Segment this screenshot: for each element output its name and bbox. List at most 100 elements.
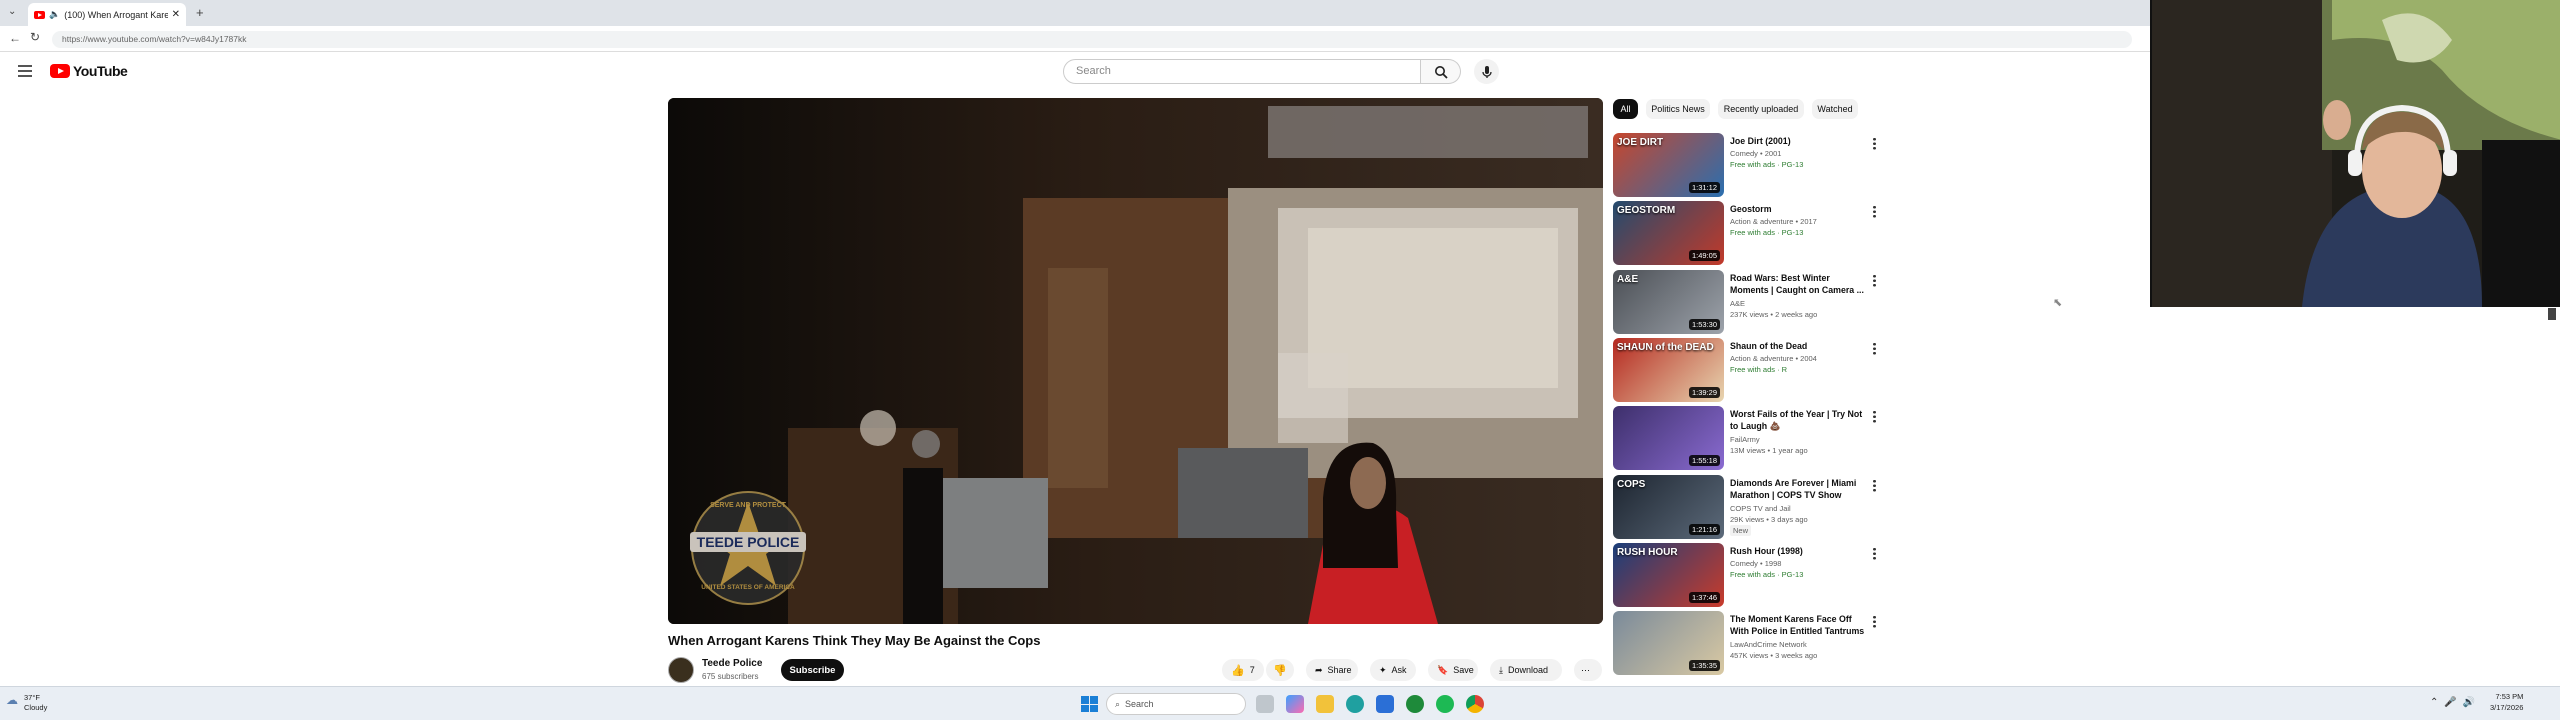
browser-tab-active[interactable]: 🔈 (100) When Arrogant Karens ✕	[28, 3, 186, 26]
recommendation-views: 13M views • 1 year ago	[1730, 446, 1808, 456]
recommendation-item[interactable]: 1:35:35 The Moment Karens Face Off With …	[1613, 611, 1878, 677]
page-scrollbar-thumb[interactable]	[2548, 308, 2556, 320]
recommendation-item[interactable]: COPS 1:21:16 Diamonds Are Forever | Miam…	[1613, 474, 1878, 541]
chrome-icon[interactable]	[1466, 695, 1484, 713]
free-with-ads-badge: Free with ads · PG-13	[1730, 569, 1804, 579]
voice-search-button[interactable]	[1474, 59, 1499, 84]
thumbs-down-icon: 👎	[1273, 664, 1287, 677]
like-button[interactable]: 👍 7	[1222, 659, 1264, 681]
chip-all[interactable]: All	[1613, 99, 1638, 119]
more-vertical-icon[interactable]	[1873, 205, 1876, 219]
free-with-ads-badge: Free with ads · R	[1730, 364, 1788, 374]
thumbnail-text: SHAUN of the DEAD	[1617, 341, 1714, 353]
windows-taskbar: ☁ 37°F Cloudy ⌕ Search ⌃🎤🔊 7:53 PM 3/17/…	[0, 686, 2560, 720]
search-input[interactable]: Search	[1063, 59, 1421, 84]
reload-icon[interactable]: ↻	[30, 30, 40, 44]
recommendation-item[interactable]: GEOSTORM 1:49:05 Geostorm Action & advent…	[1613, 201, 1878, 267]
ask-button[interactable]: ✦ Ask	[1370, 659, 1416, 681]
recommendation-title[interactable]: Worst Fails of the Year | Try Not to Lau…	[1730, 408, 1867, 432]
more-vertical-icon[interactable]	[1873, 341, 1876, 355]
recommendation-title[interactable]: Rush Hour (1998)	[1730, 545, 1867, 557]
channel-watermark-seal: TEEDE POLICE SERVE AND PROTECT UNITED ST…	[688, 488, 808, 608]
video-thumbnail[interactable]: 1:55:18	[1613, 406, 1724, 471]
recommendation-title[interactable]: The Moment Karens Face Off With Police i…	[1730, 613, 1867, 637]
spotify-icon[interactable]	[1436, 695, 1454, 713]
recommendation-meta: LawAndCrime Network	[1730, 640, 1807, 650]
video-thumbnail[interactable]: COPS 1:21:16	[1613, 474, 1724, 539]
more-actions-button[interactable]: ⋯	[1574, 659, 1602, 681]
video-duration: 1:31:12	[1688, 182, 1720, 193]
youtube-logo[interactable]: YouTube	[50, 63, 128, 79]
free-with-ads-badge: Free with ads · PG-13	[1730, 228, 1804, 238]
recommendation-item[interactable]: JOE DIRT 1:31:12 Joe Dirt (2001) Comedy •…	[1613, 133, 1878, 199]
recommendation-meta: A&E	[1730, 298, 1746, 308]
more-vertical-icon[interactable]	[1873, 478, 1876, 492]
more-vertical-icon[interactable]	[1873, 615, 1876, 629]
clock-time: 7:53 PM	[2495, 692, 2524, 701]
task-view-icon[interactable]	[1256, 695, 1274, 713]
new-tab-icon[interactable]: +	[196, 5, 204, 20]
hamburger-menu-icon[interactable]	[18, 65, 32, 77]
back-arrow-icon[interactable]: ←	[9, 31, 21, 45]
xbox-icon[interactable]	[1406, 695, 1424, 713]
recommendation-title[interactable]: Road Wars: Best Winter Moments | Caught …	[1730, 272, 1867, 296]
more-horizontal-icon: ⋯	[1581, 664, 1590, 675]
logo-text: YouTube	[73, 63, 128, 79]
recommendation-title[interactable]: Joe Dirt (2001)	[1730, 135, 1867, 147]
microsoft-store-icon[interactable]	[1376, 695, 1394, 713]
tab-list-chevron-icon[interactable]: ⌄	[8, 6, 16, 17]
channel-name[interactable]: Teede Police	[702, 658, 762, 669]
more-vertical-icon[interactable]	[1873, 546, 1876, 560]
tab-close-icon[interactable]: ✕	[172, 9, 180, 20]
file-explorer-icon[interactable]	[1316, 695, 1334, 713]
weather-widget[interactable]: ☁ 37°F Cloudy	[6, 693, 47, 713]
recommendation-title[interactable]: Diamonds Are Forever | Miami Marathon | …	[1730, 477, 1867, 501]
recommendation-item[interactable]: RUSH HOUR 1:37:46 Rush Hour (1998) Comedy…	[1613, 542, 1878, 609]
video-thumbnail[interactable]: RUSH HOUR 1:37:46	[1613, 542, 1724, 607]
clock-date: 3/17/2026	[2490, 703, 2524, 712]
recommendation-meta: Action & adventure • 2017	[1730, 217, 1817, 227]
video-title: When Arrogant Karens Think They May Be A…	[668, 633, 1041, 648]
seal-bottom-text: UNITED STATES OF AMERICA	[701, 584, 795, 591]
share-button[interactable]: ➦ Share	[1306, 659, 1358, 681]
dislike-button[interactable]: 👎	[1266, 659, 1294, 681]
speaker-icon[interactable]: 🔈	[49, 9, 60, 20]
video-thumbnail[interactable]: GEOSTORM 1:49:05	[1613, 201, 1724, 266]
chip-watched[interactable]: Watched	[1812, 99, 1858, 119]
recommendation-item[interactable]: 1:55:18 Worst Fails of the Year | Try No…	[1613, 406, 1878, 472]
windows-start-icon[interactable]	[1080, 695, 1098, 713]
more-vertical-icon[interactable]	[1873, 137, 1876, 150]
edge-browser-icon[interactable]	[1346, 695, 1364, 713]
video-duration: 1:37:46	[1688, 591, 1720, 603]
recommendation-item[interactable]: SHAUN of the DEAD 1:39:29 Shaun of the D…	[1613, 337, 1878, 404]
taskbar-search-box[interactable]: ⌕ Search	[1106, 693, 1246, 715]
download-button[interactable]: ⤓ Download	[1490, 659, 1562, 681]
copilot-icon[interactable]	[1286, 695, 1304, 713]
recommendation-title[interactable]: Shaun of the Dead	[1730, 340, 1867, 352]
video-duration: 1:39:29	[1688, 386, 1720, 398]
video-thumbnail[interactable]: 1:35:35	[1613, 611, 1724, 676]
search-button[interactable]	[1421, 59, 1461, 84]
more-vertical-icon[interactable]	[1873, 410, 1876, 424]
taskbar-search-label: Search	[1125, 699, 1154, 709]
chip-recently-uploaded[interactable]: Recently uploaded	[1718, 99, 1804, 119]
video-thumbnail[interactable]: A&E 1:53:30	[1613, 269, 1724, 334]
video-thumbnail[interactable]: SHAUN of the DEAD 1:39:29	[1613, 337, 1724, 402]
thumbnail-text: RUSH HOUR	[1617, 546, 1678, 558]
recommendation-title[interactable]: Geostorm	[1730, 203, 1867, 215]
recommendation-meta: COPS TV and Jail	[1730, 503, 1791, 513]
video-thumbnail[interactable]: JOE DIRT 1:31:12	[1613, 133, 1724, 197]
recommendation-item[interactable]: A&E 1:53:30 Road Wars: Best Winter Momen…	[1613, 269, 1878, 336]
address-bar[interactable]: https://www.youtube.com/watch?v=w84Jy178…	[52, 31, 2132, 48]
video-player[interactable]: TEEDE POLICE SERVE AND PROTECT UNITED ST…	[668, 98, 1603, 624]
subscribe-button[interactable]: Subscribe	[781, 659, 844, 681]
channel-avatar[interactable]	[668, 657, 694, 683]
thumbnail-text: COPS	[1617, 478, 1646, 490]
share-label: Share	[1327, 665, 1352, 675]
weather-temp: 37°F	[24, 693, 40, 702]
system-tray-icons[interactable]: ⌃🎤🔊	[2430, 697, 2481, 708]
taskbar-clock[interactable]: 7:53 PM 3/17/2026	[2490, 691, 2523, 713]
chip-politics-news[interactable]: Politics News	[1646, 99, 1710, 119]
more-vertical-icon[interactable]	[1873, 273, 1876, 287]
save-button[interactable]: 🔖 Save	[1428, 659, 1478, 681]
